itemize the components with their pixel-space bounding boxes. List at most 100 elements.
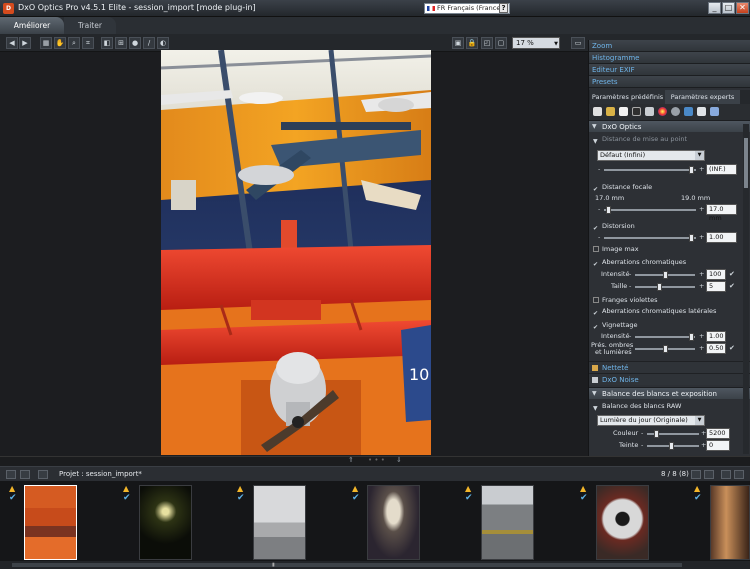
splitter[interactable]: ⇑ • • • ⇓ (0, 456, 750, 466)
tone-icon[interactable] (645, 107, 654, 116)
distortion-slider[interactable] (604, 237, 696, 239)
plus-icon[interactable]: + (699, 165, 704, 173)
filmstrip-scrollbar[interactable]: ▮ (0, 561, 750, 569)
minus-icon[interactable]: - (641, 441, 643, 449)
minus-icon[interactable]: - (629, 282, 631, 290)
camera-icon[interactable] (593, 107, 602, 116)
focus-distance-input[interactable]: (INF.) (706, 164, 737, 175)
checkbox[interactable] (593, 246, 599, 252)
folder-icon[interactable] (20, 470, 30, 479)
settings-icon[interactable] (710, 107, 719, 116)
maximize-button[interactable]: □ (722, 2, 735, 14)
down-arrow-icon[interactable]: ⇓ (396, 456, 402, 464)
color-picker-icon[interactable]: ● (129, 37, 141, 49)
panel-header-zoom[interactable]: Zoom (589, 40, 750, 52)
plus-icon[interactable]: + (699, 282, 704, 290)
focal-length-header[interactable]: ✔ Distance focale (589, 182, 750, 193)
language-select[interactable]: FR Français (France)▼ (424, 3, 510, 14)
minus-icon[interactable]: - (598, 165, 600, 173)
thumbnail[interactable] (481, 485, 534, 560)
vignetting-intensity-slider[interactable] (635, 336, 695, 338)
minimize-button[interactable]: _ (708, 2, 721, 14)
raw-wb-header[interactable]: ▼ Balance des blancs RAW (589, 401, 750, 412)
section-dxo-optics[interactable]: ▼ DxO Optics (589, 120, 750, 132)
crop-icon[interactable]: ⌗ (82, 37, 94, 49)
color-temperature-input[interactable]: 5200 (706, 428, 730, 439)
white-balance-icon[interactable] (619, 107, 628, 116)
panel-header-histogram[interactable]: Histogramme (589, 52, 750, 64)
thumbnail[interactable] (367, 485, 420, 560)
checkbox-icon[interactable]: ✔ (729, 270, 735, 278)
tab-ameliorer[interactable]: Améliorer (0, 17, 64, 34)
selected-check-icon[interactable]: ✔ (123, 493, 131, 503)
minus-icon[interactable]: - (641, 429, 643, 437)
minus-icon[interactable]: - (598, 205, 600, 213)
slider-knob[interactable] (689, 166, 694, 174)
distortion-input[interactable]: 1.00 (706, 232, 737, 243)
tab-traiter[interactable]: Traiter (64, 17, 116, 34)
minus-icon[interactable]: - (629, 332, 631, 340)
plus-icon[interactable]: + (699, 344, 704, 352)
selected-check-icon[interactable]: ✔ (694, 493, 702, 503)
close-button[interactable]: ✕ (736, 2, 749, 14)
focal-input[interactable]: 17.0 mm (706, 204, 737, 222)
selected-check-icon[interactable]: ✔ (352, 493, 360, 503)
lens-icon[interactable] (606, 107, 615, 116)
slider-knob[interactable] (657, 283, 662, 291)
focus-distance-slider[interactable] (604, 169, 696, 171)
chromatic-size-slider[interactable] (635, 286, 695, 288)
white-balance-select[interactable]: Lumière du jour (Originale) ▼ (597, 415, 705, 426)
slider-knob[interactable] (654, 430, 659, 438)
view-detail-icon[interactable] (734, 470, 744, 479)
panel-header-exif[interactable]: Editeur EXIF (589, 64, 750, 76)
fit-icon[interactable]: ◰ (481, 37, 493, 49)
vignetting-header[interactable]: ✔ Vignettage (589, 320, 750, 331)
section-white-balance[interactable]: ▼ Balance des blancs et exposition (589, 387, 750, 399)
checkbox[interactable] (593, 297, 599, 303)
slider-knob[interactable] (663, 345, 668, 353)
thumbnail[interactable] (596, 485, 649, 560)
focus-distance-select[interactable]: Défaut (Infini) ▼ (597, 150, 705, 161)
tab-expert-settings[interactable]: Paramètres experts (665, 90, 740, 104)
checkbox-icon[interactable]: ✔ (593, 308, 598, 319)
chromatic-header[interactable]: ✔ Aberrations chromatiques (589, 257, 750, 268)
selected-check-icon[interactable]: ✔ (9, 493, 17, 503)
scrollbar-thumb[interactable] (12, 563, 682, 567)
thumbnail[interactable] (253, 485, 306, 560)
lock-icon[interactable]: 🔒 (466, 37, 478, 49)
grid-icon[interactable]: ▦ (40, 37, 52, 49)
view-grid-icon[interactable] (704, 470, 714, 479)
one-to-one-icon[interactable]: ▢ (495, 37, 507, 49)
slider-knob[interactable] (606, 206, 611, 214)
minus-icon[interactable]: - (629, 344, 631, 352)
slider-knob[interactable] (663, 271, 668, 279)
magnifier-icon[interactable]: ⌕ (68, 37, 80, 49)
thumbnail[interactable] (24, 485, 77, 560)
zoom-select[interactable]: 17 % ▼ (512, 37, 560, 49)
section-dxo-noise[interactable]: DxO Noise (589, 373, 750, 385)
save-icon[interactable] (38, 470, 48, 479)
selected-check-icon[interactable]: ✔ (465, 493, 473, 503)
exposure-icon[interactable] (632, 107, 641, 116)
checkbox-icon[interactable]: ✔ (729, 282, 735, 290)
noise-icon[interactable] (671, 107, 680, 116)
eraser-icon[interactable]: ◐ (157, 37, 169, 49)
chromatic-size-input[interactable]: 5 (706, 281, 726, 292)
panel-toggle-icon[interactable]: ▭ (571, 37, 585, 49)
thumbnail[interactable] (710, 485, 750, 560)
hand-icon[interactable]: ✋ (54, 37, 66, 49)
lateral-chromatic-row[interactable]: ✔ Aberrations chromatiques latérales (589, 306, 750, 317)
plus-icon[interactable]: + (699, 205, 704, 213)
up-arrow-icon[interactable]: ⇑ (348, 456, 354, 464)
image-max-row[interactable]: Image max (589, 244, 750, 255)
plus-icon[interactable]: + (699, 233, 704, 241)
vignetting-intensity-input[interactable]: 1.00 (706, 331, 726, 342)
plus-icon[interactable]: + (699, 270, 704, 278)
help-button[interactable]: ? (499, 3, 508, 13)
distortion-header[interactable]: ✔ Distorsion (589, 221, 750, 232)
minus-icon[interactable]: - (629, 270, 631, 278)
section-sharpness[interactable]: Netteté (589, 361, 750, 373)
image-viewer[interactable]: 10 (0, 50, 588, 456)
straighten-icon[interactable]: ⊞ (115, 37, 127, 49)
forward-arrow-icon[interactable]: ▶ (19, 37, 31, 49)
